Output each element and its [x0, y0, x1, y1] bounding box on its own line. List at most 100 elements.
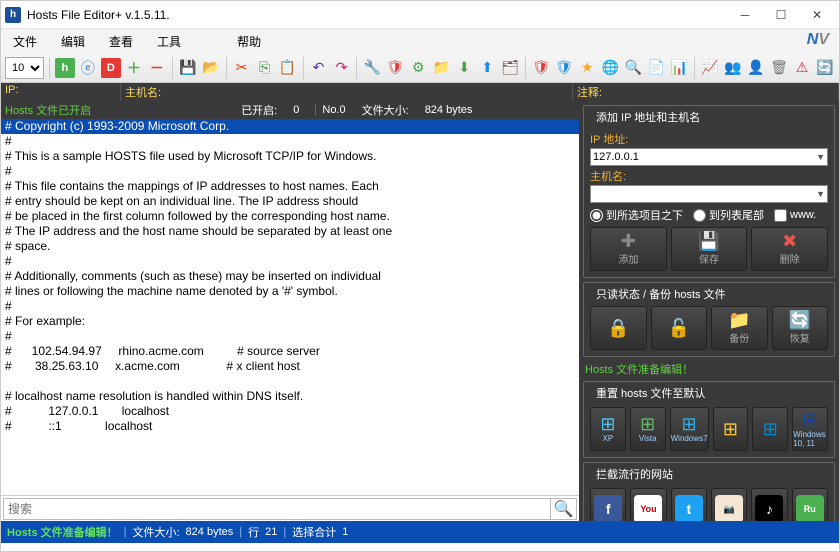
- tb-del-icon[interactable]: －: [147, 58, 167, 78]
- status-line-label: 行: [248, 524, 259, 540]
- tb-tool7-icon[interactable]: 🗂: [500, 58, 520, 78]
- tb-undo-icon[interactable]: ↶: [308, 58, 328, 78]
- tb-add-icon[interactable]: ＋: [124, 58, 144, 78]
- editor-line[interactable]: #: [1, 299, 579, 314]
- menubar: 文件 编辑 查看 工具 帮助 NV: [1, 29, 839, 53]
- editor-line[interactable]: # This file contains the mappings of IP …: [1, 179, 579, 194]
- radio-below[interactable]: 到所选项目之下: [590, 207, 683, 223]
- delete-button[interactable]: ✖删除: [751, 227, 828, 271]
- maximize-button[interactable]: ☐: [763, 2, 799, 28]
- editor-line[interactable]: # 38.25.63.10 x.acme.com # x client host: [1, 359, 579, 374]
- tb-paste-icon[interactable]: 📋: [278, 58, 298, 78]
- os-button-1[interactable]: ⊞Vista: [630, 407, 666, 451]
- save-button[interactable]: 💾保存: [671, 227, 748, 271]
- editor-line[interactable]: # be placed in the first column followed…: [1, 209, 579, 224]
- radio-tail[interactable]: 到列表尾部: [693, 207, 764, 223]
- tb-redo-icon[interactable]: ↷: [331, 58, 351, 78]
- editor-line[interactable]: #: [1, 164, 579, 179]
- menu-file[interactable]: 文件: [1, 29, 49, 53]
- block-youtube-button[interactable]: You: [630, 488, 666, 521]
- editor-line[interactable]: # This is a sample HOSTS file used by Mi…: [1, 149, 579, 164]
- tb-tool1-icon[interactable]: 🔧: [362, 58, 382, 78]
- block-facebook-button[interactable]: f: [590, 488, 626, 521]
- menu-edit[interactable]: 编辑: [49, 29, 97, 53]
- tb-warn-icon[interactable]: ⚠: [792, 58, 812, 78]
- os-button-5[interactable]: ⊞Windows 10, 11: [792, 407, 828, 451]
- tb-trash-icon[interactable]: 🗑: [769, 58, 789, 78]
- fontsize-dropdown[interactable]: 10: [5, 57, 44, 79]
- editor-line[interactable]: # entry should be kept on an individual …: [1, 194, 579, 209]
- opencount: 0: [293, 104, 299, 116]
- ip-label: IP 地址:: [590, 131, 828, 147]
- tb-tool9-icon[interactable]: 🌐: [600, 58, 620, 78]
- os-button-3[interactable]: ⊞: [713, 407, 749, 451]
- tb-tool12-icon[interactable]: 📊: [669, 58, 689, 78]
- search-input[interactable]: [3, 498, 551, 520]
- tb-ie-icon[interactable]: ⓔ: [78, 58, 98, 78]
- tb-tool8-icon[interactable]: ★: [577, 58, 597, 78]
- tb-copy-icon[interactable]: ⎘: [255, 58, 275, 78]
- editor-line[interactable]: # Additionally, comments (such as these)…: [1, 269, 579, 284]
- windows-icon: ⊞: [803, 411, 818, 429]
- search-button[interactable]: 🔍: [551, 498, 577, 520]
- tb-tool11-icon[interactable]: 📄: [646, 58, 666, 78]
- ip-input[interactable]: 127.0.0.1▼: [590, 148, 828, 166]
- unlock-button[interactable]: 🔓: [651, 306, 708, 350]
- backup-button[interactable]: 📁备份: [711, 306, 768, 350]
- editor-line[interactable]: # The IP address and the host name shoul…: [1, 224, 579, 239]
- block-instagram-button[interactable]: 📷: [711, 488, 747, 521]
- tb-user-icon[interactable]: 👤: [746, 58, 766, 78]
- editor-line[interactable]: # For example:: [1, 314, 579, 329]
- editor-line[interactable]: # localhost name resolution is handled w…: [1, 389, 579, 404]
- facebook-icon: f: [594, 495, 622, 521]
- block-twitter-button[interactable]: t: [671, 488, 707, 521]
- tb-shield2-icon[interactable]: 🛡: [554, 58, 574, 78]
- hosts-editor[interactable]: # Copyright (c) 1993-2009 Microsoft Corp…: [1, 119, 579, 495]
- status-ready: Hosts 文件准备编辑！: [7, 524, 118, 540]
- tb-chart-icon[interactable]: 📈: [700, 58, 720, 78]
- editor-line[interactable]: [1, 374, 579, 389]
- os-button-4[interactable]: ⊞: [752, 407, 788, 451]
- add-button[interactable]: ✚添加: [590, 227, 667, 271]
- tb-open-icon[interactable]: 📂: [201, 58, 221, 78]
- editor-line[interactable]: # space.: [1, 239, 579, 254]
- block-tiktok-button[interactable]: ♪: [751, 488, 787, 521]
- tb-refresh-icon[interactable]: 🔄: [815, 58, 835, 78]
- tb-tool3-icon[interactable]: ⚙: [408, 58, 428, 78]
- editor-line[interactable]: # ::1 localhost: [1, 419, 579, 434]
- editor-line[interactable]: #: [1, 329, 579, 344]
- editor-line[interactable]: # lines or following the machine name de…: [1, 284, 579, 299]
- lock-button[interactable]: 🔒: [590, 306, 647, 350]
- menu-view[interactable]: 查看: [97, 29, 145, 53]
- block-rutracker-button[interactable]: Ru: [792, 488, 828, 521]
- editor-line[interactable]: #: [1, 134, 579, 149]
- tb-tool4-icon[interactable]: 📁: [431, 58, 451, 78]
- os-button-2[interactable]: ⊞Windows7: [670, 407, 709, 451]
- tb-users-icon[interactable]: 👥: [723, 58, 743, 78]
- minimize-button[interactable]: ─: [727, 2, 763, 28]
- editor-line[interactable]: # 127.0.0.1 localhost: [1, 404, 579, 419]
- tb-shield1-icon[interactable]: 🛡: [531, 58, 551, 78]
- restore-button[interactable]: 🔄恢复: [772, 306, 829, 350]
- group-add-title: 添加 IP 地址和主机名: [592, 109, 704, 125]
- tb-cut-icon[interactable]: ✂: [232, 58, 252, 78]
- editor-line[interactable]: # Copyright (c) 1993-2009 Microsoft Corp…: [1, 119, 579, 134]
- tb-tool6-icon[interactable]: ⬆: [477, 58, 497, 78]
- group-lock: 只读状态 / 备份 hosts 文件 🔒 🔓 📁备份 🔄恢复: [583, 282, 835, 357]
- menu-help[interactable]: 帮助: [225, 29, 273, 53]
- tb-save-icon[interactable]: 💾: [178, 58, 198, 78]
- tb-tool10-icon[interactable]: 🔍: [623, 58, 643, 78]
- os-button-0[interactable]: ⊞XP: [590, 407, 626, 451]
- tb-d-icon[interactable]: D: [101, 58, 121, 78]
- tb-tool2-icon[interactable]: 🛡: [385, 58, 405, 78]
- host-input[interactable]: ▼: [590, 185, 828, 203]
- editor-line[interactable]: # 102.54.94.97 rhino.acme.com # source s…: [1, 344, 579, 359]
- tb-h-icon[interactable]: h: [55, 58, 75, 78]
- group-reset-title: 重置 hosts 文件至默认: [592, 385, 709, 401]
- menu-tools[interactable]: 工具: [145, 29, 193, 53]
- editor-line[interactable]: #: [1, 254, 579, 269]
- check-www[interactable]: www.: [774, 209, 816, 222]
- tb-tool5-icon[interactable]: ⬇: [454, 58, 474, 78]
- status-line: Hosts 文件已开启 已开启: 0 No.0 文件大小: 824 bytes: [1, 101, 579, 119]
- close-button[interactable]: ✕: [799, 2, 835, 28]
